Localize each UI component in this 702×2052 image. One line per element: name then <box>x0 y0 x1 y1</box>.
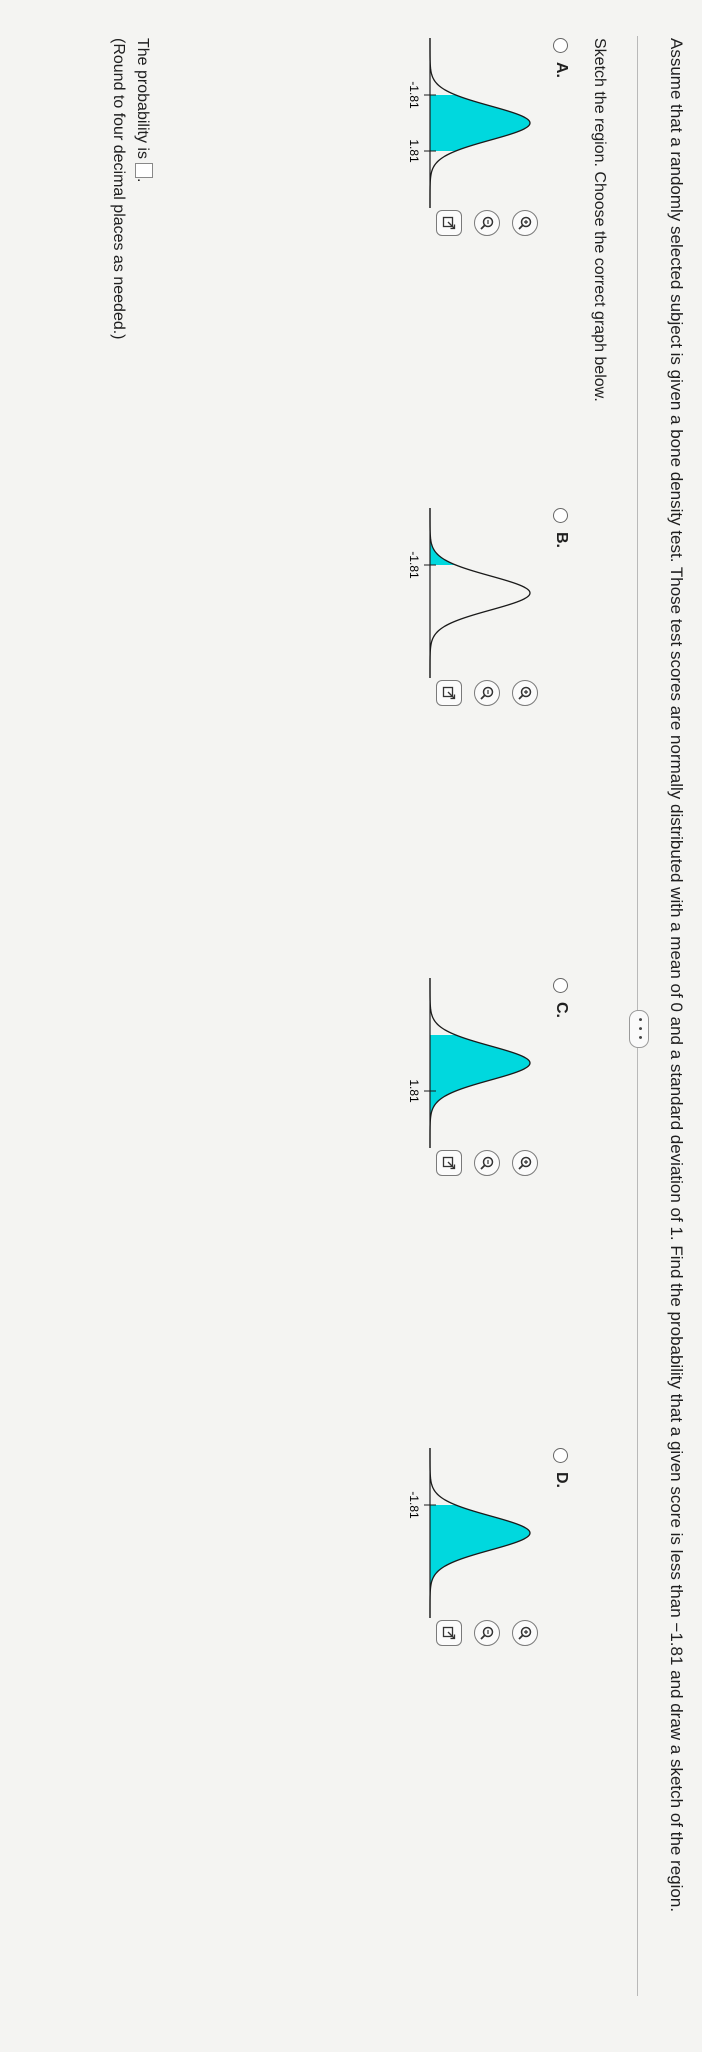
tick-label-a2: 1.81 <box>407 139 421 163</box>
tick-label-b1: -1.81 <box>407 551 421 579</box>
zoom-in-icon[interactable] <box>512 1620 538 1646</box>
rounding-note: (Round to four decimal places as needed.… <box>110 38 127 340</box>
instruction-text: Sketch the region. Choose the correct gr… <box>591 38 608 402</box>
expand-more-button[interactable]: • • • <box>629 1010 649 1048</box>
shaded-region-c <box>430 1035 530 1148</box>
tick-label-a1: -1.81 <box>407 81 421 109</box>
answer-line: The probability is. <box>130 38 154 340</box>
tick-label-c1: 1.81 <box>407 1079 421 1103</box>
option-a[interactable]: A. -1.81 1.81 <box>270 38 570 338</box>
question-text: Assume that a randomly selected subject … <box>667 38 686 1913</box>
radio-button-c[interactable] <box>553 978 568 993</box>
normal-curve-graph-c: 1.81 <box>407 978 531 1148</box>
option-b[interactable]: B. -1.81 <box>270 508 570 808</box>
radio-button-d[interactable] <box>553 1448 568 1463</box>
option-label-c: C. <box>553 1002 570 1018</box>
zoom-in-icon[interactable] <box>512 210 538 236</box>
popout-icon[interactable] <box>436 1150 462 1176</box>
zoom-out-icon[interactable] <box>474 1150 500 1176</box>
normal-curve-graph-a: -1.81 1.81 <box>407 38 531 208</box>
popout-icon[interactable] <box>436 1620 462 1646</box>
normal-curve-graph-b: -1.81 <box>407 508 531 678</box>
answer-area: The probability is. (Round to four decim… <box>106 38 154 340</box>
stage: Assume that a randomly selected subject … <box>0 0 702 2052</box>
option-label-b: B. <box>553 532 570 548</box>
shaded-region-d <box>430 1505 530 1618</box>
zoom-out-icon[interactable] <box>474 210 500 236</box>
option-label-d: D. <box>553 1472 570 1488</box>
popout-icon[interactable] <box>436 210 462 236</box>
zoom-out-icon[interactable] <box>474 1620 500 1646</box>
option-c[interactable]: C. 1.81 <box>270 978 570 1278</box>
answer-suffix: . <box>134 177 151 183</box>
popout-icon[interactable] <box>436 680 462 706</box>
answer-input[interactable] <box>135 162 153 178</box>
tick-label-d1: -1.81 <box>407 1491 421 1519</box>
answer-prefix: The probability is <box>134 38 151 159</box>
option-label-a: A. <box>553 62 570 78</box>
radio-button-b[interactable] <box>553 508 568 523</box>
zoom-in-icon[interactable] <box>512 1150 538 1176</box>
zoom-out-icon[interactable] <box>474 680 500 706</box>
zoom-in-icon[interactable] <box>512 680 538 706</box>
normal-curve-graph-d: -1.81 <box>407 1448 531 1618</box>
option-d[interactable]: D. -1.81 <box>270 1448 570 1748</box>
normal-curve-b <box>429 508 531 678</box>
shaded-region-b <box>430 508 456 565</box>
radio-button-a[interactable] <box>553 38 568 53</box>
